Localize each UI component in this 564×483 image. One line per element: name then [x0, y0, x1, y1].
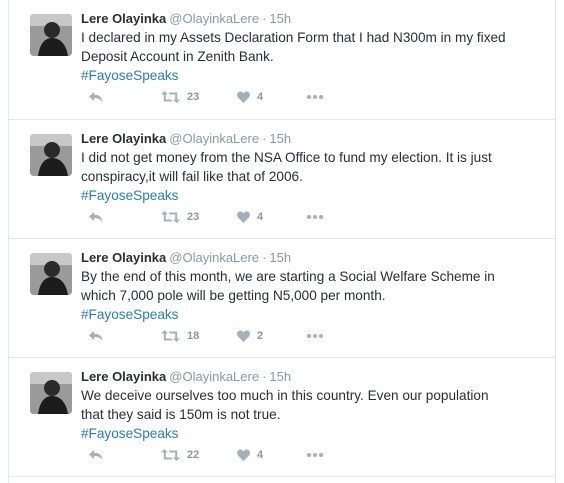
retweet-button[interactable]: 22: [161, 446, 199, 464]
user-handle[interactable]: @OlayinkaLere: [169, 131, 259, 146]
like-button[interactable]: 4: [237, 88, 263, 106]
hashtag-link[interactable]: #FayoseSpeaks: [81, 305, 546, 324]
like-count: 4: [257, 449, 264, 461]
avatar[interactable]: [30, 134, 72, 176]
hashtag-link[interactable]: #FayoseSpeaks: [81, 424, 546, 443]
reply-button[interactable]: [89, 327, 103, 345]
more-dots-icon: [307, 95, 323, 99]
retweet-icon: [161, 330, 180, 342]
tweet-text: We deceive ourselves too much in this co…: [81, 386, 546, 443]
retweet-icon: [161, 449, 180, 461]
tweet-actions: 22 4: [81, 446, 381, 464]
user-handle[interactable]: @OlayinkaLere: [169, 369, 259, 384]
retweet-count: 18: [187, 330, 200, 342]
retweet-button[interactable]: 18: [161, 327, 199, 345]
heart-icon: [237, 330, 250, 342]
tweet[interactable]: Lere Olayinka @OlayinkaLere · 15h I declare…: [9, 0, 555, 120]
like-count: 4: [257, 91, 264, 103]
tweet-timestamp[interactable]: 15h: [269, 131, 291, 146]
tweet-timestamp[interactable]: 15h: [269, 250, 291, 265]
heart-icon: [237, 211, 250, 223]
display-name[interactable]: Lere Olayinka: [81, 131, 166, 146]
user-handle[interactable]: @OlayinkaLere: [169, 11, 259, 26]
tweet-actions: 23 4: [81, 208, 381, 226]
more-dots-icon: [307, 215, 323, 219]
more-button[interactable]: [307, 208, 323, 226]
tweet-timestamp[interactable]: 15h: [269, 11, 291, 26]
heart-icon: [237, 91, 250, 103]
like-button[interactable]: 4: [237, 446, 263, 464]
tweet[interactable]: Lere Olayinka @OlayinkaLere · 15h By the en…: [9, 239, 555, 358]
tweet-timestamp[interactable]: 15h: [269, 369, 291, 384]
retweet-icon: [161, 211, 180, 223]
display-name[interactable]: Lere Olayinka: [81, 250, 166, 265]
reply-icon: [89, 449, 103, 461]
like-button[interactable]: 2: [237, 327, 263, 345]
reply-icon: [89, 211, 103, 223]
hashtag-link[interactable]: #FayoseSpeaks: [81, 186, 546, 205]
tweet-text-line: that they said is 150m is not true.: [81, 407, 281, 422]
separator-dot: ·: [262, 11, 267, 26]
display-name[interactable]: Lere Olayinka: [81, 369, 166, 384]
reply-button[interactable]: [89, 88, 103, 106]
retweet-button[interactable]: 23: [161, 208, 199, 226]
tweet-text: I declared in my Assets Declaration Form…: [81, 28, 546, 85]
separator-dot: ·: [262, 369, 267, 384]
tweet-text-line: Deposit Account in Zenith Bank.: [81, 49, 274, 64]
tweet-timeline: Lere Olayinka @OlayinkaLere · 15h I declare…: [8, 0, 556, 483]
tweet-actions: 23 4: [81, 88, 381, 106]
tweet-text-line: By the end of this month, we are startin…: [81, 269, 495, 284]
hashtag-link[interactable]: #FayoseSpeaks: [81, 66, 546, 85]
tweet-text-line: I declared in my Assets Declaration Form…: [81, 30, 506, 45]
like-count: 2: [257, 330, 264, 342]
tweet-text-line: We deceive ourselves too much in this co…: [81, 388, 489, 403]
reply-button[interactable]: [89, 208, 103, 226]
retweet-button[interactable]: 23: [161, 88, 199, 106]
tweet-text: I did not get money from the NSA Office …: [81, 148, 546, 205]
user-handle[interactable]: @OlayinkaLere: [169, 250, 259, 265]
tweet-text-line: I did not get money from the NSA Office …: [81, 150, 492, 165]
like-count: 4: [257, 211, 264, 223]
tweet[interactable]: Lere Olayinka @OlayinkaLere · 15h I did not…: [9, 120, 555, 239]
more-button[interactable]: [307, 446, 323, 464]
tweet-text: By the end of this month, we are startin…: [81, 267, 546, 324]
retweet-icon: [161, 91, 180, 103]
reply-icon: [89, 91, 103, 103]
heart-icon: [237, 449, 250, 461]
tweet-text-line: which 7,000 pole will be getting N5,000 …: [81, 288, 386, 303]
reply-icon: [89, 330, 103, 342]
tweet-actions: 18 2: [81, 327, 381, 345]
more-button[interactable]: [307, 88, 323, 106]
reply-button[interactable]: [89, 446, 103, 464]
retweet-count: 23: [187, 211, 200, 223]
more-button[interactable]: [307, 327, 323, 345]
retweet-count: 23: [187, 91, 200, 103]
tweet-text-line: conspiracy,it will fail like that of 200…: [81, 169, 303, 184]
avatar[interactable]: [30, 253, 72, 295]
separator-dot: ·: [262, 131, 267, 146]
retweet-count: 22: [187, 449, 200, 461]
more-dots-icon: [307, 334, 323, 338]
display-name[interactable]: Lere Olayinka: [81, 11, 166, 26]
separator-dot: ·: [262, 250, 267, 265]
like-button[interactable]: 4: [237, 208, 263, 226]
more-dots-icon: [307, 453, 323, 457]
avatar[interactable]: [30, 14, 72, 56]
tweet[interactable]: Lere Olayinka @OlayinkaLere · 15h We deceiv…: [9, 358, 555, 477]
avatar[interactable]: [30, 372, 72, 414]
